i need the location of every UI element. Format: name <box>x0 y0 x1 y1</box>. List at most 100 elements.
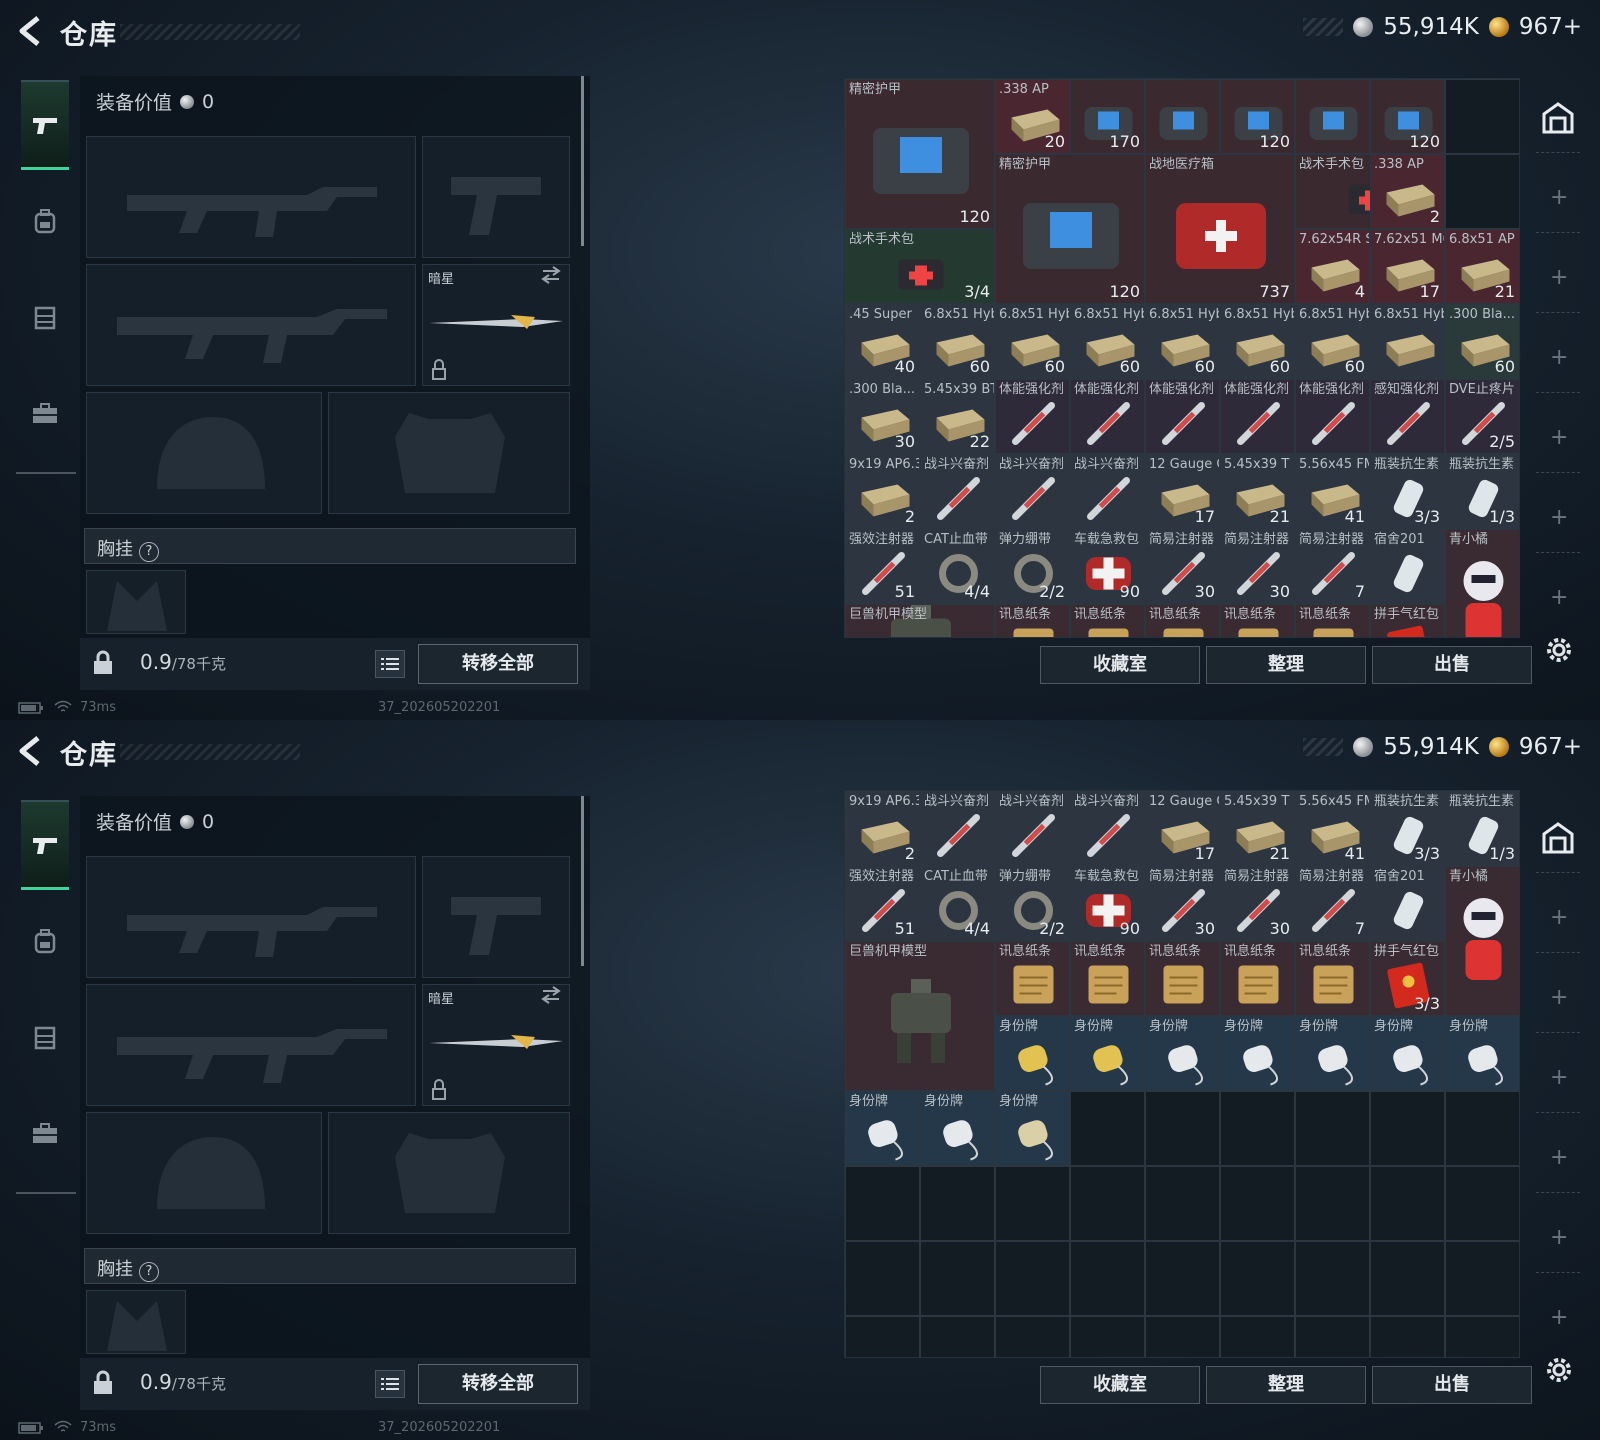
add-tab-icon[interactable]: + <box>1550 987 1568 1009</box>
inventory-item[interactable]: 身份牌 <box>995 1016 1070 1091</box>
list-view-button[interactable] <box>375 650 405 678</box>
sort-button[interactable]: 整理 <box>1206 1366 1366 1404</box>
add-tab-icon[interactable]: + <box>1550 1067 1568 1089</box>
empty-grid-cell[interactable] <box>1445 1091 1519 1166</box>
inventory-item[interactable]: 弹力绷带 2/2 <box>995 866 1070 941</box>
inventory-item[interactable]: 体能强化剂 <box>995 379 1070 454</box>
helmet-slot[interactable] <box>86 1112 322 1234</box>
inventory-item[interactable]: 120 <box>1370 79 1445 154</box>
gold-amount[interactable]: 967+ <box>1519 734 1582 760</box>
inventory-item[interactable]: 简易注射器 30 <box>1220 529 1295 604</box>
inventory-item[interactable]: 6.8x51 Hybrid 60 <box>995 304 1070 379</box>
back-arrow-icon[interactable] <box>14 734 48 768</box>
empty-grid-cell[interactable] <box>845 1241 920 1316</box>
empty-grid-cell[interactable] <box>1145 1091 1220 1166</box>
empty-grid-cell[interactable] <box>1295 1091 1370 1166</box>
empty-grid-cell[interactable] <box>1445 1166 1519 1241</box>
inventory-item[interactable]: 身份牌 <box>995 1091 1070 1166</box>
empty-grid-cell[interactable] <box>845 1316 920 1357</box>
inventory-item[interactable]: 精密护甲 120 <box>845 79 995 229</box>
inventory-item[interactable]: 12 Gauge G1 17 <box>1145 454 1220 529</box>
inventory-item[interactable]: 强效注射器 51 <box>845 529 920 604</box>
inventory-item[interactable]: 身份牌 <box>1445 1016 1519 1091</box>
nav-backpack[interactable] <box>21 896 69 986</box>
inventory-item[interactable]: 5.45x39 T 21 <box>1220 454 1295 529</box>
inventory-item[interactable]: 弹力绷带 2/2 <box>995 529 1070 604</box>
inventory-item[interactable]: 巨兽机甲模型 <box>845 604 995 637</box>
empty-grid-cell[interactable] <box>1370 1241 1445 1316</box>
add-tab-icon[interactable]: + <box>1550 1227 1568 1249</box>
empty-grid-cell[interactable] <box>1145 1241 1220 1316</box>
inventory-item[interactable]: 5.45x39 T 21 <box>1220 791 1295 866</box>
gear-icon[interactable] <box>1543 634 1575 666</box>
inventory-item[interactable]: 拼手气红包 <box>1370 604 1445 637</box>
gear-icon[interactable] <box>1543 1354 1575 1386</box>
inventory-item[interactable]: 瓶装抗生素 1/3 <box>1445 791 1519 866</box>
inventory-item[interactable]: 身份牌 <box>1370 1016 1445 1091</box>
inventory-item[interactable]: 宿舍201 <box>1370 529 1445 604</box>
inventory-item[interactable]: 6.8x51 Hybrid 60 <box>1220 304 1295 379</box>
nav-backpack[interactable] <box>21 176 69 266</box>
empty-grid-cell[interactable] <box>995 1241 1070 1316</box>
inventory-item[interactable]: 讯息纸条 <box>1220 941 1295 1016</box>
transfer-all-button[interactable]: 转移全部 <box>418 1364 578 1404</box>
melee-slot[interactable]: 暗星 <box>422 984 570 1106</box>
inventory-item[interactable]: 身份牌 <box>1295 1016 1370 1091</box>
inventory-item[interactable]: 战斗兴奋剂 <box>995 454 1070 529</box>
warehouse-tab-icon[interactable] <box>1540 100 1576 136</box>
chest-rig-slot[interactable] <box>86 570 186 634</box>
helmet-slot[interactable] <box>86 392 322 514</box>
empty-grid-cell[interactable] <box>995 1166 1070 1241</box>
inventory-item[interactable]: 战斗兴奋剂 <box>1070 791 1145 866</box>
inventory-item[interactable]: 身份牌 <box>1145 1016 1220 1091</box>
empty-grid-cell[interactable] <box>1370 1091 1445 1166</box>
inventory-item[interactable]: 宿舍201 <box>1370 866 1445 941</box>
help-icon[interactable]: ? <box>139 542 159 562</box>
warehouse-grid[interactable]: 精密护甲 120 .338 AP 20 170 120 120 精密护甲 120 战地医疗箱 737… <box>844 78 1520 638</box>
inventory-item[interactable]: 6.8x51 Hybrid <box>1370 304 1445 379</box>
inventory-item[interactable]: 简易注射器 30 <box>1145 529 1220 604</box>
sell-button[interactable]: 出售 <box>1372 646 1532 684</box>
empty-grid-cell[interactable] <box>1445 1316 1519 1357</box>
empty-grid-cell[interactable] <box>920 1241 995 1316</box>
inventory-item[interactable]: 简易注射器 7 <box>1295 529 1370 604</box>
inventory-item[interactable]: 6.8x51 Hybrid 60 <box>1145 304 1220 379</box>
inventory-item[interactable]: 体能强化剂 <box>1145 379 1220 454</box>
inventory-item[interactable]: 6.8x51 Hybrid 60 <box>1070 304 1145 379</box>
inventory-item[interactable]: 拼手气红包 3/3 <box>1370 941 1445 1016</box>
add-tab-icon[interactable]: + <box>1550 507 1568 529</box>
inventory-item[interactable]: 12 Gauge G1 17 <box>1145 791 1220 866</box>
add-tab-icon[interactable]: + <box>1550 427 1568 449</box>
inventory-item[interactable]: .338 AP 2 <box>1370 154 1445 229</box>
inventory-item[interactable]: 讯息纸条 <box>1145 604 1220 637</box>
armor-slot[interactable] <box>328 1112 570 1234</box>
primary-weapon-slot[interactable] <box>86 856 416 978</box>
inventory-item[interactable]: 简易注射器 30 <box>1220 866 1295 941</box>
empty-grid-cell[interactable] <box>1070 1316 1145 1357</box>
inventory-item[interactable]: 讯息纸条 <box>1070 941 1145 1016</box>
inventory-item[interactable]: 身份牌 <box>845 1091 920 1166</box>
sell-button[interactable]: 出售 <box>1372 1366 1532 1404</box>
inventory-item[interactable]: 讯息纸条 <box>1145 941 1220 1016</box>
empty-grid-cell[interactable] <box>1220 1241 1295 1316</box>
inventory-item[interactable]: 6.8x51 AP 21 <box>1445 229 1519 304</box>
add-tab-icon[interactable]: + <box>1550 907 1568 929</box>
inventory-item[interactable]: 战地医疗箱 737 <box>1145 154 1295 304</box>
empty-grid-cell[interactable] <box>920 1166 995 1241</box>
inventory-item[interactable]: 7.62x54R SNB 4 <box>1295 229 1370 304</box>
collection-room-button[interactable]: 收藏室 <box>1040 646 1200 684</box>
add-tab-icon[interactable]: + <box>1550 347 1568 369</box>
empty-grid-cell[interactable] <box>1295 1241 1370 1316</box>
inventory-item[interactable]: .300 Bla... BCP-SUB 30 <box>845 379 920 454</box>
inventory-item[interactable]: 讯息纸条 <box>995 604 1070 637</box>
empty-grid-cell[interactable] <box>1070 1241 1145 1316</box>
add-tab-icon[interactable]: + <box>1550 267 1568 289</box>
inventory-item[interactable]: 简易注射器 7 <box>1295 866 1370 941</box>
inventory-item[interactable]: .338 AP 20 <box>995 79 1070 154</box>
add-tab-icon[interactable]: + <box>1550 1307 1568 1329</box>
add-tab-icon[interactable]: + <box>1550 1147 1568 1169</box>
equip-scrollbar[interactable] <box>581 796 584 966</box>
inventory-item[interactable]: 170 <box>1070 79 1145 154</box>
empty-grid-cell[interactable] <box>995 1316 1070 1357</box>
help-icon[interactable]: ? <box>139 1262 159 1282</box>
